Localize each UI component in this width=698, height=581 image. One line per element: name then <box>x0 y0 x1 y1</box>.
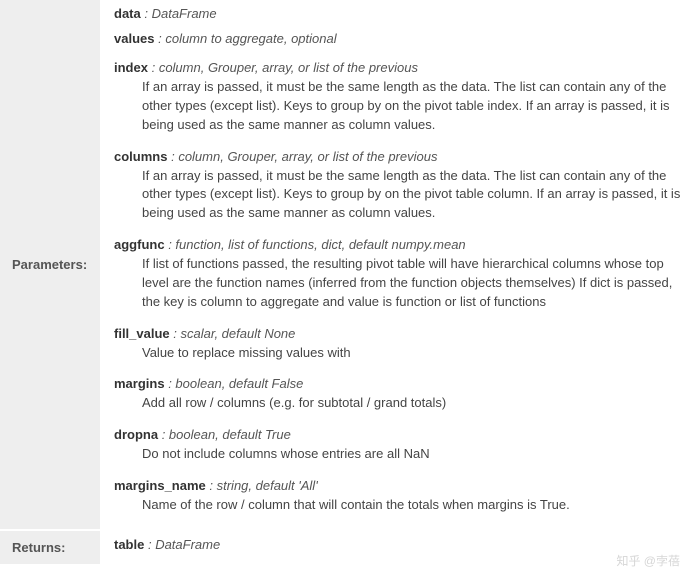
parameters-content: data : DataFrame values : column to aggr… <box>100 0 698 530</box>
param-desc: If an array is passed, it must be the sa… <box>142 167 684 224</box>
param-name: values <box>114 31 154 46</box>
param-desc: If an array is passed, it must be the sa… <box>142 78 684 135</box>
param-type: : scalar, default None <box>173 326 295 341</box>
param-data: data : DataFrame <box>114 6 684 21</box>
param-type: : DataFrame <box>144 6 216 21</box>
param-type: : boolean, default False <box>168 376 303 391</box>
parameters-row: Parameters: data : DataFrame values : co… <box>0 0 698 530</box>
param-desc: Name of the row / column that will conta… <box>142 496 684 515</box>
param-type: : column, Grouper, array, or list of the… <box>171 149 437 164</box>
param-name: margins_name <box>114 478 206 493</box>
param-name: table <box>114 537 144 552</box>
return-table: table : DataFrame <box>114 537 684 552</box>
returns-row: Returns: table : DataFrame <box>0 530 698 565</box>
param-type: : function, list of functions, dict, def… <box>168 237 465 252</box>
param-margins: margins : boolean, default False Add all… <box>114 376 684 413</box>
param-desc: Value to replace missing values with <box>142 344 684 363</box>
param-name: fill_value <box>114 326 170 341</box>
param-name: data <box>114 6 141 21</box>
param-name: aggfunc <box>114 237 165 252</box>
param-type: : string, default 'All' <box>209 478 317 493</box>
doc-table: Parameters: data : DataFrame values : co… <box>0 0 698 566</box>
returns-label: Returns: <box>0 530 100 565</box>
param-type: : column to aggregate, optional <box>158 31 337 46</box>
param-desc: Do not include columns whose entries are… <box>142 445 684 464</box>
param-index: index : column, Grouper, array, or list … <box>114 60 684 135</box>
param-values: values : column to aggregate, optional <box>114 31 684 46</box>
param-dropna: dropna : boolean, default True Do not in… <box>114 427 684 464</box>
parameters-label: Parameters: <box>0 0 100 530</box>
param-desc: If list of functions passed, the resulti… <box>142 255 684 312</box>
param-name: dropna <box>114 427 158 442</box>
param-type: : DataFrame <box>148 537 220 552</box>
param-type: : column, Grouper, array, or list of the… <box>152 60 418 75</box>
param-name: index <box>114 60 148 75</box>
returns-content: table : DataFrame <box>100 530 698 565</box>
param-margins-name: margins_name : string, default 'All' Nam… <box>114 478 684 515</box>
param-fill-value: fill_value : scalar, default None Value … <box>114 326 684 363</box>
param-name: columns <box>114 149 167 164</box>
param-name: margins <box>114 376 165 391</box>
param-aggfunc: aggfunc : function, list of functions, d… <box>114 237 684 312</box>
param-columns: columns : column, Grouper, array, or lis… <box>114 149 684 224</box>
param-desc: Add all row / columns (e.g. for subtotal… <box>142 394 684 413</box>
param-type: : boolean, default True <box>162 427 291 442</box>
